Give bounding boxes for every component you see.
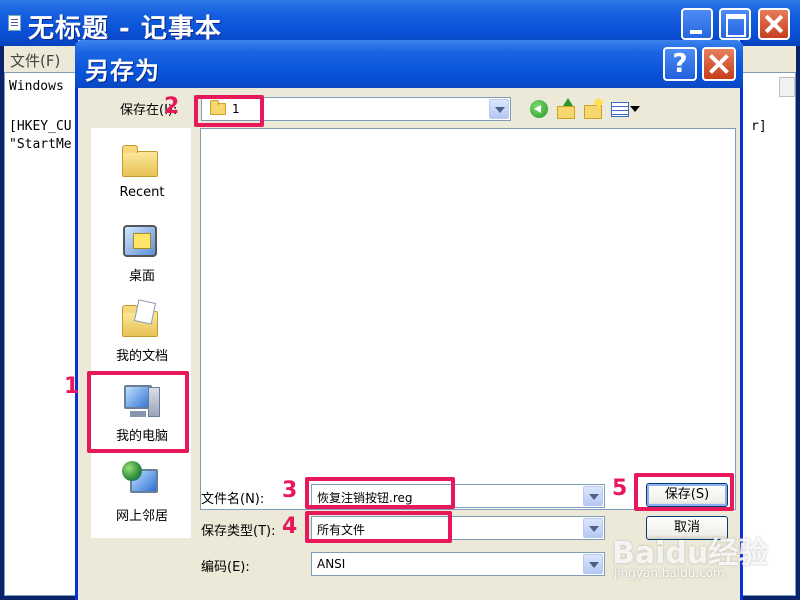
- annotation-highlight: [305, 511, 452, 543]
- chevron-down-icon[interactable]: [583, 486, 603, 506]
- text-line: Windows: [9, 79, 64, 94]
- annotation-number: 4: [282, 514, 298, 539]
- text-line: "StartMe: [9, 137, 72, 152]
- watermark-url: jingyan.baidu.com: [614, 566, 725, 580]
- file-list[interactable]: [200, 128, 736, 510]
- dialog-title: 另存为: [85, 57, 160, 85]
- place-label: Recent: [119, 185, 165, 200]
- chevron-down-icon[interactable]: [583, 518, 603, 538]
- filetype-label: 保存类型(T):: [201, 524, 276, 539]
- baidu-watermark: Baidu经验 jingyan.baidu.com: [612, 528, 792, 588]
- places-bar: Recent 桌面 我的文档 我的电脑 网上邻居: [91, 128, 191, 538]
- encoding-select[interactable]: ANSI: [311, 552, 605, 576]
- dialog-close-button[interactable]: [702, 47, 736, 81]
- place-label: 网上邻居: [115, 509, 168, 524]
- text-line: [HKEY_CU: [9, 119, 72, 134]
- annotation-highlight: [194, 95, 264, 127]
- desktop-icon: [120, 221, 162, 261]
- place-label: 我的文档: [115, 349, 168, 364]
- place-my-documents[interactable]: 我的文档: [92, 297, 192, 377]
- dialog-title-bar[interactable]: 另存为 ?: [75, 40, 743, 88]
- notepad-close-button[interactable]: [758, 8, 790, 40]
- views-menu-icon[interactable]: [609, 98, 645, 120]
- encoding-label: 编码(E):: [201, 560, 250, 575]
- recent-folder-icon: [120, 141, 162, 181]
- menu-file[interactable]: 文件(F): [10, 50, 60, 71]
- annotation-number: 5: [612, 476, 628, 501]
- annotation-number: 2: [164, 94, 180, 119]
- help-button[interactable]: ?: [663, 47, 697, 81]
- maximize-button[interactable]: [719, 8, 751, 40]
- annotation-highlight: [305, 477, 455, 509]
- chevron-down-icon[interactable]: [583, 554, 603, 574]
- notepad-app-icon: [8, 15, 21, 31]
- scrollbar-up-button[interactable]: [779, 77, 795, 97]
- network-places-icon: [120, 461, 162, 501]
- place-desktop[interactable]: 桌面: [92, 217, 192, 297]
- annotation-number: 3: [282, 478, 298, 503]
- place-label: 桌面: [128, 269, 155, 284]
- text-line-fragment: r]: [751, 119, 767, 134]
- annotation-number: 1: [64, 374, 80, 399]
- encoding-value: ANSI: [317, 557, 346, 571]
- new-folder-icon[interactable]: [582, 98, 604, 120]
- place-recent[interactable]: Recent: [92, 137, 192, 217]
- my-documents-icon: [120, 299, 162, 341]
- back-icon[interactable]: [528, 98, 550, 120]
- annotation-highlight: [87, 371, 189, 453]
- minimize-button[interactable]: [681, 8, 713, 40]
- place-network[interactable]: 网上邻居: [92, 457, 192, 537]
- up-one-level-icon[interactable]: [555, 98, 577, 120]
- chevron-down-icon[interactable]: [489, 99, 509, 119]
- filename-label: 文件名(N):: [201, 492, 265, 507]
- annotation-highlight: [634, 473, 734, 511]
